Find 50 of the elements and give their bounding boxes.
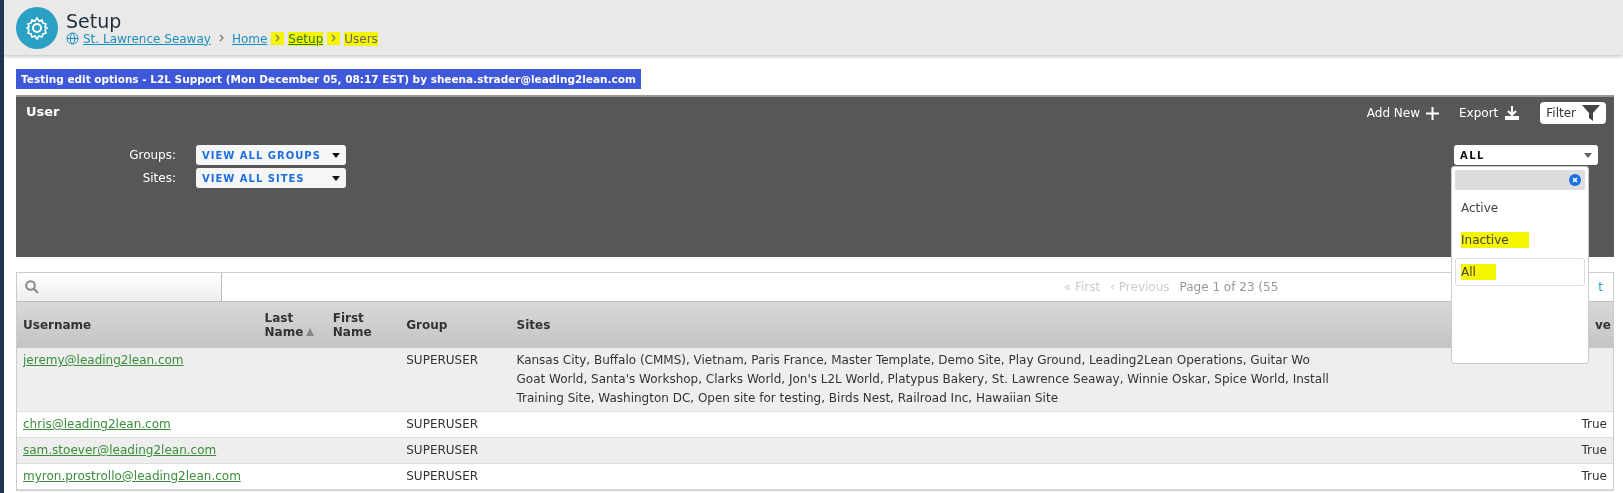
column-header[interactable]: Last Name: [258, 302, 327, 348]
filter-label: Groups:: [128, 148, 176, 162]
dropdown-option[interactable]: All: [1455, 258, 1585, 286]
column-header[interactable]: Username: [17, 302, 259, 348]
table-cell: True: [1581, 469, 1607, 483]
clear-icon[interactable]: [1569, 174, 1581, 186]
plus-icon: [1426, 106, 1439, 120]
breadcrumb-current: Users: [344, 31, 378, 46]
funnel-icon: [1582, 105, 1600, 121]
gear-icon: [16, 6, 58, 49]
table-cell: True: [1581, 443, 1607, 457]
sort-ascending-icon: [306, 328, 315, 336]
export-button[interactable]: Export: [1459, 105, 1521, 121]
chevron-icon: [218, 34, 224, 42]
filter-dropdown[interactable]: VIEW ALL GROUPS: [196, 145, 346, 165]
globe-icon: [66, 32, 79, 45]
caret-icon: [332, 175, 340, 181]
table-cell: True: [1581, 417, 1607, 431]
column-header[interactable]: First Name: [326, 302, 401, 348]
table-cell: SUPERUSER: [400, 348, 511, 412]
panel-title: User: [26, 104, 60, 119]
table-cell: SUPERUSER: [400, 437, 511, 464]
filter-button[interactable]: Filter: [1540, 102, 1606, 124]
chevron-icon: [331, 34, 337, 42]
column-header[interactable]: Group: [400, 302, 511, 348]
caret-icon: [332, 152, 340, 158]
table-cell: SUPERUSER: [400, 411, 511, 438]
search-field[interactable]: [17, 273, 222, 301]
sites-text: Goat World, Santa's Workshop, Clarks World, Jon's L2L World, Platypus Bakery, St. Lawrence Seaway, Winnie Oskar, Spice World, Install: [516, 371, 1330, 388]
page-info: Page 1 of 23 (55: [1179, 280, 1279, 294]
chevron-icon: [275, 34, 281, 42]
dropdown-option[interactable]: Active: [1455, 194, 1585, 222]
breadcrumb-link[interactable]: Setup: [288, 31, 324, 46]
page-title: Setup: [66, 9, 123, 32]
sites-text: Training Site, Washington DC, Open site for testing, Birds Nest, Railroad Inc, Hawaiian Site: [516, 390, 1060, 407]
info-banner: Testing edit options - L2L Support (Mon December 05, 08:17 EST) by sheena.strader@leading2lean.com: [16, 69, 641, 89]
table-cell: SUPERUSER: [400, 463, 511, 490]
download-icon: [1504, 105, 1521, 121]
status-dropdown[interactable]: ALL: [1454, 145, 1598, 165]
username-link[interactable]: myron.prostrollo@leading2lean.com: [23, 469, 241, 483]
filter-label: Sites:: [141, 171, 176, 185]
add-button[interactable]: Add New: [1366, 106, 1439, 120]
sites-text: Kansas City, Buffalo (CMMS), Vietnam, Paris France, Master Template, Demo Site, Play Ground, Leading2Lean Operations, Guitar Wo: [516, 352, 1311, 369]
search-icon: [25, 280, 39, 294]
caret-icon: [1584, 152, 1592, 158]
username-link[interactable]: jeremy@leading2lean.com: [23, 353, 184, 367]
dropdown-option[interactable]: Inactive: [1455, 226, 1585, 254]
dropdown-search-field[interactable]: [1455, 170, 1585, 190]
filter-dropdown[interactable]: VIEW ALL SITES: [196, 168, 346, 188]
username-link[interactable]: chris@leading2lean.com: [23, 417, 171, 431]
